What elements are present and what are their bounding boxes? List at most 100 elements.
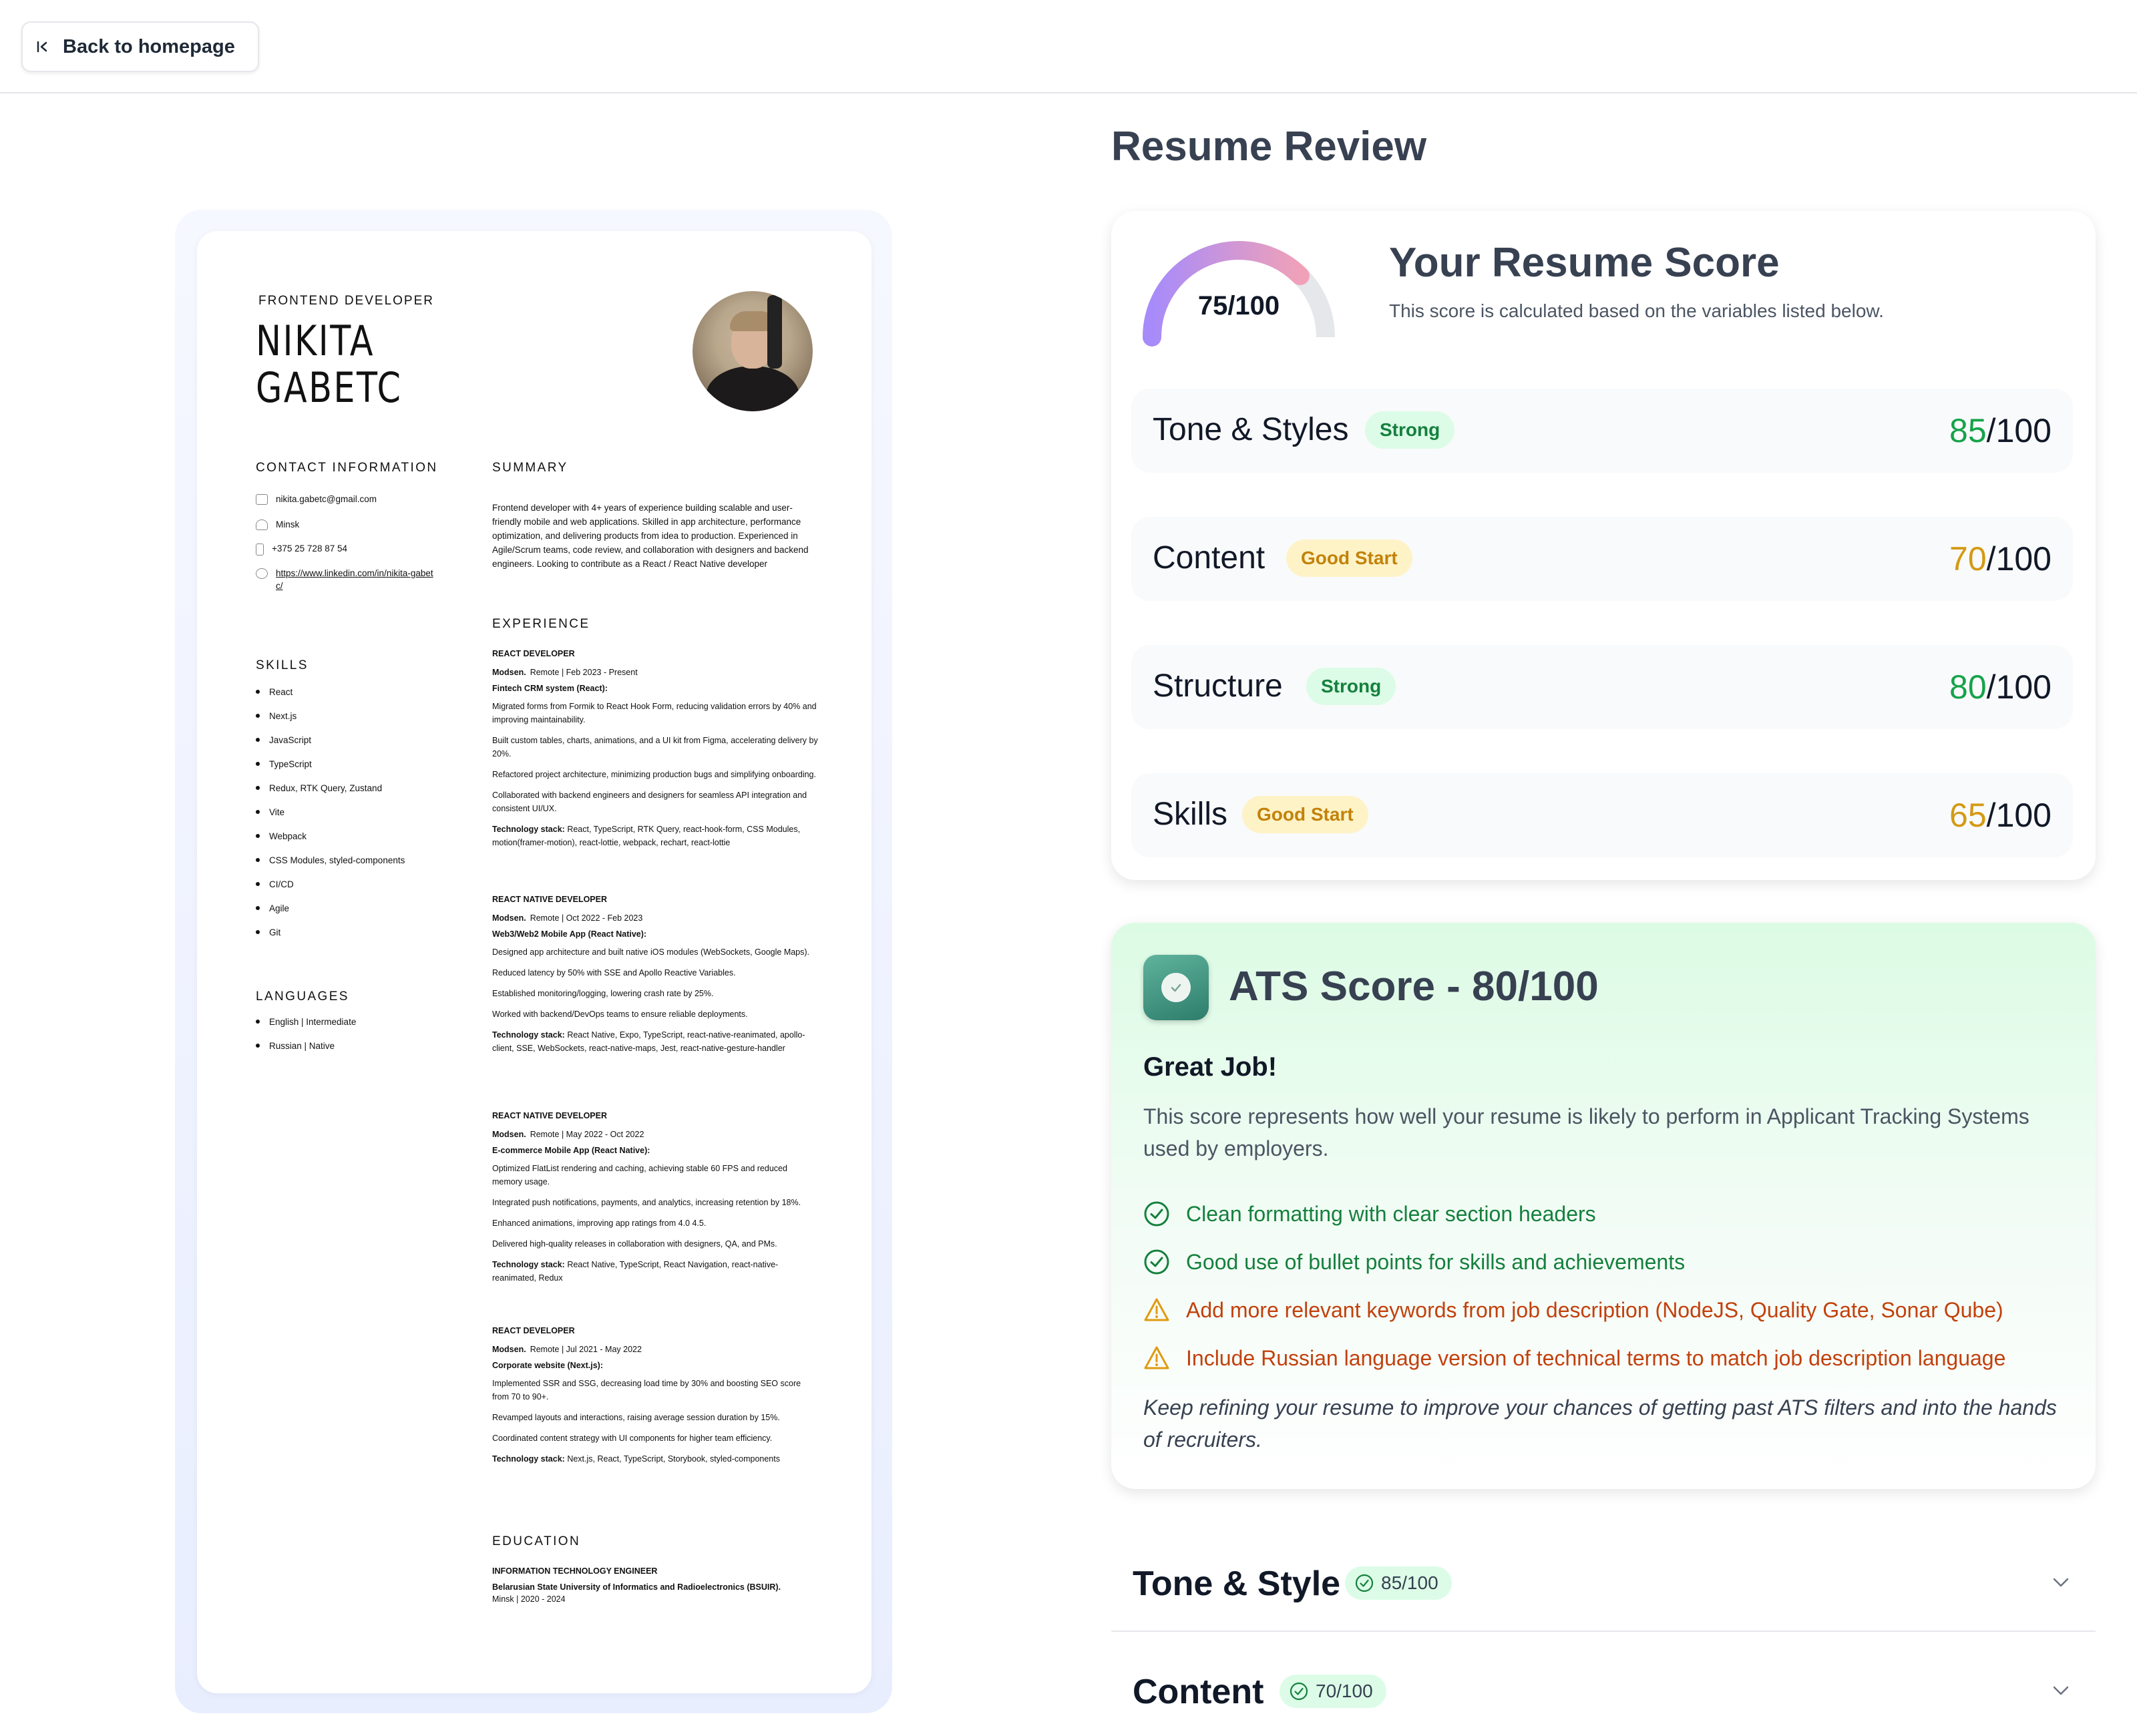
experience-title: REACT DEVELOPER <box>492 649 575 658</box>
check-circle-icon <box>1290 1682 1308 1701</box>
skill-item: React <box>256 680 405 704</box>
accordion-tone-style[interactable]: Tone & Style 85/100 <box>1111 1525 2096 1632</box>
mail-icon <box>256 494 268 505</box>
contact-heading: CONTACT INFORMATION <box>256 461 438 475</box>
experience-bullet: Delivered high-quality releases in colla… <box>492 1239 777 1249</box>
linkedin-link[interactable]: https://www.linkedin.com/in/nikita-gabet… <box>276 567 436 592</box>
experience-project: E-commerce Mobile App (React Native): <box>492 1146 650 1155</box>
back-to-homepage-button[interactable]: Back to homepage <box>21 21 259 72</box>
accordion-divider <box>1111 1631 2096 1632</box>
experience-entry: REACT DEVELOPER Modsen. Remote | Jul 2021… <box>492 1326 819 1473</box>
category-row-skills: Skills Good Start 65/100 <box>1131 773 2073 857</box>
skill-item: Agile <box>256 896 405 920</box>
category-score: 65/100 <box>1949 797 2052 834</box>
gauge-value: 75/100 <box>1197 291 1280 320</box>
contact-city: Minsk <box>256 518 299 531</box>
category-name: Tone & Styles <box>1153 412 1349 447</box>
category-row-structure: Structure Strong 80/100 <box>1131 645 2073 729</box>
education-degree: INFORMATION TECHNOLOGY ENGINEER <box>492 1566 658 1576</box>
contact-city-text: Minsk <box>276 519 300 529</box>
category-name: Content <box>1153 540 1266 576</box>
experience-entry: REACT NATIVE DEVELOPER Modsen. Remote | M… <box>492 1111 819 1292</box>
summary-text: Frontend developer with 4+ years of expe… <box>492 503 809 569</box>
contact-phone: +375 25 728 87 54 <box>256 542 347 556</box>
accordion-content[interactable]: Content 70/100 <box>1111 1633 2096 1736</box>
chevron-down-icon[interactable] <box>2050 1572 2072 1593</box>
skill-item: Next.js <box>256 704 405 728</box>
accordion-title: Tone & Style <box>1133 1564 1341 1603</box>
top-bar: Back to homepage <box>0 0 2137 93</box>
experience-bullet: Enhanced animations, improving app ratin… <box>492 1219 707 1228</box>
experience-bullet: Reduced latency by 50% with SSE and Apol… <box>492 968 736 978</box>
category-row-content: Content Good Start 70/100 <box>1131 517 2073 601</box>
experience-bullet: Optimized FlatList rendering and caching… <box>492 1164 787 1186</box>
education-school: Belarusian State University of Informati… <box>492 1582 781 1592</box>
experience-bullet: Revamped layouts and interactions, raisi… <box>492 1413 780 1422</box>
skill-item: Webpack <box>256 824 405 848</box>
skill-item: CI/CD <box>256 872 405 896</box>
accordion-score-badge: 70/100 <box>1280 1675 1386 1708</box>
skill-item: Git <box>256 920 405 944</box>
chevron-down-icon[interactable] <box>2050 1680 2072 1701</box>
category-name: Structure <box>1153 668 1283 704</box>
ats-title: ATS Score - 80/100 <box>1229 963 1599 1010</box>
category-score: 70/100 <box>1949 540 2052 578</box>
contact-phone-text: +375 25 728 87 54 <box>272 544 347 554</box>
score-title: Your Resume Score <box>1389 240 1780 286</box>
experience-bullet: Coordinated content strategy with UI com… <box>492 1434 773 1443</box>
contact-linkedin: https://www.linkedin.com/in/nikita-gabet… <box>256 567 436 592</box>
experience-bullet: Established monitoring/logging, lowering… <box>492 989 714 998</box>
category-score: 80/100 <box>1949 668 2052 706</box>
page-title: Resume Review <box>1111 124 1427 170</box>
warning-icon <box>1144 1346 1169 1369</box>
experience-bullet: Collaborated with backend engineers and … <box>492 791 807 813</box>
resume-role: FRONTEND DEVELOPER <box>258 294 434 308</box>
contact-email: nikita.gabetc@gmail.com <box>256 493 377 505</box>
ats-heading: Great Job! <box>1143 1052 1278 1082</box>
experience-stack: Technology stack: React Native, TypeScri… <box>492 1260 779 1283</box>
education-heading: EDUCATION <box>492 1534 581 1548</box>
ats-tip-good: Clean formatting with clear section head… <box>1143 1201 1596 1227</box>
accordion-score: 70/100 <box>1316 1681 1373 1701</box>
link-icon <box>256 568 268 579</box>
experience-bullet: Integrated push notifications, payments,… <box>492 1198 801 1207</box>
experience-entry: REACT NATIVE DEVELOPER Modsen. Remote | O… <box>492 895 819 1062</box>
experience-bullet: Built custom tables, charts, animations,… <box>492 736 818 758</box>
experience-bullet: Refactored project architecture, minimiz… <box>492 770 816 779</box>
score-subtitle: This score is calculated based on the va… <box>1389 300 1884 321</box>
experience-bullet: Migrated forms from Formik to React Hook… <box>492 702 817 724</box>
phone-icon <box>256 544 264 556</box>
ats-tip-warning: Add more relevant keywords from job desc… <box>1143 1297 2003 1323</box>
resume-score-card: 75/100 Your Resume Score This score is c… <box>1111 211 2096 880</box>
experience-title: REACT NATIVE DEVELOPER <box>492 1111 608 1120</box>
warning-icon <box>1144 1298 1169 1321</box>
skill-item: CSS Modules, styled-components <box>256 848 405 872</box>
language-item: Russian | Native <box>256 1034 356 1058</box>
experience-title: REACT DEVELOPER <box>492 1326 575 1335</box>
ats-tip-text: Include Russian language version of tech… <box>1186 1345 2006 1370</box>
category-badge: Good Start <box>1242 796 1368 833</box>
ats-tip-text: Add more relevant keywords from job desc… <box>1186 1297 2003 1322</box>
ats-check-icon <box>1143 955 1209 1020</box>
experience-project: Fintech CRM system (React): <box>492 684 608 693</box>
ats-tip-good: Good use of bullet points for skills and… <box>1143 1249 1685 1275</box>
category-score: 85/100 <box>1949 412 2052 449</box>
accordion-score-badge: 85/100 <box>1345 1566 1452 1600</box>
skill-item: Redux, RTK Query, Zustand <box>256 776 405 800</box>
education-entry: INFORMATION TECHNOLOGY ENGINEER Belarusi… <box>492 1566 819 1610</box>
category-badge: Good Start <box>1286 539 1412 577</box>
ats-tip-text: Clean formatting with clear section head… <box>1186 1201 1596 1226</box>
ats-tip-text: Good use of bullet points for skills and… <box>1186 1249 1686 1274</box>
experience-stack: Technology stack: Next.js, React, TypeSc… <box>492 1454 780 1464</box>
experience-company: Modsen. Remote | Feb 2023 - Present <box>492 668 638 677</box>
resume-preview: FRONTEND DEVELOPER NIKITA GABETC CONTACT… <box>197 231 871 1693</box>
experience-company: Modsen. Remote | May 2022 - Oct 2022 <box>492 1130 644 1139</box>
accordion-title: Content <box>1133 1673 1264 1711</box>
languages-list: English | Intermediate Russian | Native <box>256 1010 356 1058</box>
category-name: Skills <box>1153 797 1228 832</box>
experience-bullet: Worked with backend/DevOps teams to ensu… <box>492 1010 748 1019</box>
back-button-label: Back to homepage <box>63 35 235 57</box>
skills-heading: SKILLS <box>256 658 309 672</box>
ats-score-card: ATS Score - 80/100 Great Job! This score… <box>1111 923 2096 1489</box>
experience-project: Web3/Web2 Mobile App (React Native): <box>492 929 647 939</box>
